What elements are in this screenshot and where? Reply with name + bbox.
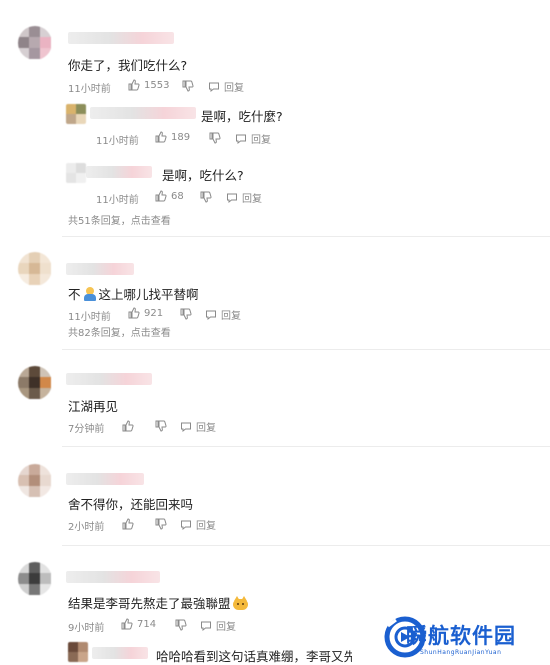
person-emoji-icon xyxy=(83,286,97,301)
cat-emoji-icon xyxy=(232,595,248,610)
comment-text: 江湖再见 xyxy=(68,399,119,414)
comment-icon xyxy=(236,134,246,144)
thumbs-up-icon xyxy=(128,79,140,91)
username[interactable] xyxy=(68,32,174,44)
thumbs-up-icon[interactable] xyxy=(122,420,134,432)
avatar[interactable] xyxy=(18,26,52,60)
like-button[interactable]: 714 xyxy=(121,618,156,630)
comment-time: 9小时前 xyxy=(68,623,105,634)
comment-time: 11小时前 xyxy=(68,312,111,323)
like-button[interactable]: 68 xyxy=(155,190,184,202)
reply-label: 回复 xyxy=(224,83,244,94)
thumbs-down-icon[interactable] xyxy=(155,420,167,432)
like-count: 1553 xyxy=(144,79,170,91)
reply-text: 是啊，吃什么? xyxy=(162,168,244,183)
comment-time: 7分钟前 xyxy=(68,424,105,435)
divider xyxy=(62,236,550,237)
like-button[interactable]: 1553 xyxy=(128,79,169,91)
username[interactable] xyxy=(66,263,134,275)
thumbs-down-icon[interactable] xyxy=(175,619,187,631)
watermark-subtitle: ShunHangRuanJianYuan xyxy=(420,649,502,656)
comment-text: 你走了，我们吃什么? xyxy=(68,58,188,73)
like-count: 68 xyxy=(171,190,184,202)
thumbs-up-icon xyxy=(128,307,140,319)
thumbs-down-icon[interactable] xyxy=(209,132,221,144)
thumbs-down-icon[interactable] xyxy=(182,80,194,92)
like-button[interactable]: 189 xyxy=(155,131,190,143)
reply-label: 回复 xyxy=(196,423,216,434)
reply-button[interactable]: 回复 xyxy=(200,618,236,633)
thumbs-up-icon xyxy=(121,618,133,630)
thumbs-down-icon[interactable] xyxy=(200,191,212,203)
thumbs-up-icon xyxy=(155,131,167,143)
comment-text: 结果是李哥先熬走了最強聯盟 xyxy=(68,593,248,612)
comment-icon xyxy=(209,82,219,92)
avatar[interactable] xyxy=(18,366,52,400)
reply-button[interactable]: 回复 xyxy=(208,79,244,94)
reply-button[interactable]: 回复 xyxy=(235,131,271,146)
avatar[interactable] xyxy=(18,464,52,498)
comment-icon xyxy=(227,193,237,203)
reply-time: 11小时前 xyxy=(96,136,139,147)
like-count: 714 xyxy=(137,618,157,630)
view-more-replies[interactable]: 共51条回复，点击查看 xyxy=(68,212,171,227)
comment-icon xyxy=(181,422,191,432)
reply-button[interactable]: 回复 xyxy=(205,307,241,322)
reply-time: 11小时前 xyxy=(96,195,139,206)
reply-text: 是啊，吃什麼? xyxy=(201,109,283,124)
avatar[interactable] xyxy=(18,562,52,596)
avatar[interactable] xyxy=(18,252,52,286)
reply-button[interactable]: 回复 xyxy=(180,517,216,532)
thumbs-down-icon[interactable] xyxy=(180,308,192,320)
comment-time: 2小时前 xyxy=(68,522,105,533)
thumbs-down-icon[interactable] xyxy=(155,518,167,530)
comment-time: 11小时前 xyxy=(68,84,111,95)
username[interactable] xyxy=(66,473,144,485)
view-more-replies[interactable]: 共82条回复，点击查看 xyxy=(68,324,171,339)
like-count: 921 xyxy=(144,307,164,319)
comment-icon xyxy=(181,520,191,530)
username[interactable] xyxy=(86,166,152,178)
username[interactable] xyxy=(92,647,148,659)
reply-text: 哈哈哈看到这句话真难绷，李哥又先 xyxy=(156,649,352,664)
thumbs-up-icon xyxy=(155,190,167,202)
reply-label: 回复 xyxy=(242,194,262,205)
divider xyxy=(62,349,550,350)
reply-button[interactable]: 回复 xyxy=(180,419,216,434)
avatar[interactable] xyxy=(66,163,86,183)
username[interactable] xyxy=(66,373,152,385)
comment-icon xyxy=(201,621,211,631)
username[interactable] xyxy=(90,107,196,119)
comment-icon xyxy=(206,310,216,320)
watermark-title: 瞬航软件园 xyxy=(406,624,516,648)
divider xyxy=(62,446,550,447)
avatar[interactable] xyxy=(66,104,86,124)
reply-label: 回复 xyxy=(251,135,271,146)
username[interactable] xyxy=(66,571,160,583)
reply-label: 回复 xyxy=(216,622,236,633)
comment-text: 舍不得你，还能回来吗 xyxy=(68,497,194,512)
thumbs-up-icon[interactable] xyxy=(122,518,134,530)
reply-label: 回复 xyxy=(196,521,216,532)
comment-text: 不 这上哪儿找平替啊 xyxy=(68,286,199,302)
reply-label: 回复 xyxy=(221,311,241,322)
avatar[interactable] xyxy=(68,642,88,662)
reply-button[interactable]: 回复 xyxy=(226,190,262,205)
like-button[interactable]: 921 xyxy=(128,307,163,319)
watermark-logo: 瞬航软件园 ShunHangRuanJianYuan xyxy=(384,614,550,664)
like-count: 189 xyxy=(171,131,191,143)
divider xyxy=(62,545,550,546)
